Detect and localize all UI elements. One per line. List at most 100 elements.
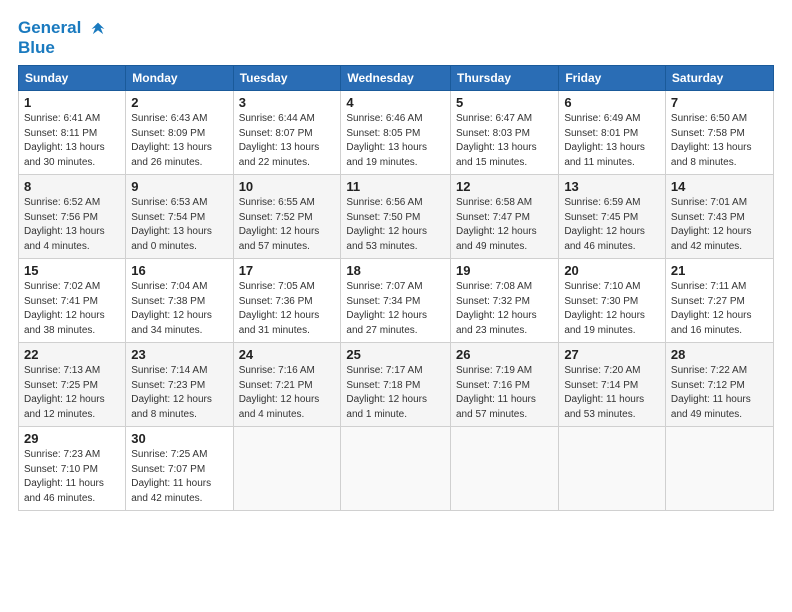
day-info: Sunrise: 6:49 AMSunset: 8:01 PMDaylight:… [564,113,645,168]
col-thursday: Thursday [450,66,558,91]
day-number: 10 [239,179,336,194]
day-number: 17 [239,263,336,278]
day-info: Sunrise: 7:10 AMSunset: 7:30 PMDaylight:… [564,281,645,336]
day-info: Sunrise: 7:14 AMSunset: 7:23 PMDaylight:… [131,365,212,420]
day-info: Sunrise: 6:59 AMSunset: 7:45 PMDaylight:… [564,197,645,252]
day-number: 1 [24,95,120,110]
day-info: Sunrise: 7:13 AMSunset: 7:25 PMDaylight:… [24,365,105,420]
page: General Blue Sunday Monday Tuesday Wedne… [0,0,792,521]
day-cell-12: 12 Sunrise: 6:58 AMSunset: 7:47 PMDayligh… [450,175,558,259]
day-number: 12 [456,179,553,194]
day-cell-13: 13 Sunrise: 6:59 AMSunset: 7:45 PMDayligh… [559,175,666,259]
day-info: Sunrise: 7:17 AMSunset: 7:18 PMDaylight:… [346,365,427,420]
day-info: Sunrise: 7:02 AMSunset: 7:41 PMDaylight:… [24,281,105,336]
day-cell-19: 19 Sunrise: 7:08 AMSunset: 7:32 PMDayligh… [450,259,558,343]
day-cell-23: 23 Sunrise: 7:14 AMSunset: 7:23 PMDayligh… [126,343,233,427]
day-number: 19 [456,263,553,278]
day-cell-17: 17 Sunrise: 7:05 AMSunset: 7:36 PMDayligh… [233,259,341,343]
calendar-table: Sunday Monday Tuesday Wednesday Thursday… [18,65,774,511]
week-row-2: 8 Sunrise: 6:52 AMSunset: 7:56 PMDaylight… [19,175,774,259]
day-cell-18: 18Sunrise: 7:07 AMSunset: 7:34 PMDayligh… [341,259,451,343]
col-monday: Monday [126,66,233,91]
day-cell-24: 24 Sunrise: 7:16 AMSunset: 7:21 PMDayligh… [233,343,341,427]
logo: General Blue [18,18,110,57]
day-number: 25 [346,347,445,362]
day-cell-10: 10 Sunrise: 6:55 AMSunset: 7:52 PMDayligh… [233,175,341,259]
week-row-1: 1 Sunrise: 6:41 AMSunset: 8:11 PMDaylight… [19,91,774,175]
logo-text: General [18,18,110,38]
day-cell-6: 6 Sunrise: 6:49 AMSunset: 8:01 PMDaylight… [559,91,666,175]
day-number: 11 [346,179,445,194]
day-number: 2 [131,95,227,110]
day-info: Sunrise: 6:56 AMSunset: 7:50 PMDaylight:… [346,197,427,252]
day-cell-1: 1 Sunrise: 6:41 AMSunset: 8:11 PMDaylight… [19,91,126,175]
day-number: 7 [671,95,768,110]
empty-cell [559,427,666,511]
day-number: 13 [564,179,660,194]
day-number: 15 [24,263,120,278]
day-info: Sunrise: 7:25 AMSunset: 7:07 PMDaylight:… [131,449,211,504]
day-number: 5 [456,95,553,110]
empty-cell [233,427,341,511]
day-number: 18 [346,263,445,278]
day-info: Sunrise: 7:01 AMSunset: 7:43 PMDaylight:… [671,197,752,252]
day-cell-27: 27 Sunrise: 7:20 AMSunset: 7:14 PMDayligh… [559,343,666,427]
day-info: Sunrise: 7:16 AMSunset: 7:21 PMDaylight:… [239,365,320,420]
day-number: 22 [24,347,120,362]
day-info: Sunrise: 6:52 AMSunset: 7:56 PMDaylight:… [24,197,105,252]
day-number: 8 [24,179,120,194]
day-cell-8: 8 Sunrise: 6:52 AMSunset: 7:56 PMDaylight… [19,175,126,259]
week-row-3: 15 Sunrise: 7:02 AMSunset: 7:41 PMDayligh… [19,259,774,343]
day-cell-16: 16Sunrise: 7:04 AMSunset: 7:38 PMDayligh… [126,259,233,343]
day-number: 23 [131,347,227,362]
day-info: Sunrise: 7:05 AMSunset: 7:36 PMDaylight:… [239,281,320,336]
day-info: Sunrise: 6:53 AMSunset: 7:54 PMDaylight:… [131,197,212,252]
col-wednesday: Wednesday [341,66,451,91]
col-sunday: Sunday [19,66,126,91]
day-number: 6 [564,95,660,110]
day-info: Sunrise: 7:11 AMSunset: 7:27 PMDaylight:… [671,281,752,336]
day-number: 30 [131,431,227,446]
day-number: 27 [564,347,660,362]
day-cell-28: 28 Sunrise: 7:22 AMSunset: 7:12 PMDayligh… [665,343,773,427]
day-info: Sunrise: 6:50 AMSunset: 7:58 PMDaylight:… [671,113,752,168]
day-cell-5: 5 Sunrise: 6:47 AMSunset: 8:03 PMDaylight… [450,91,558,175]
day-cell-26: 26Sunrise: 7:19 AMSunset: 7:16 PMDayligh… [450,343,558,427]
col-tuesday: Tuesday [233,66,341,91]
day-cell-25: 25 Sunrise: 7:17 AMSunset: 7:18 PMDayligh… [341,343,451,427]
day-cell-3: 3 Sunrise: 6:44 AMSunset: 8:07 PMDaylight… [233,91,341,175]
day-cell-7: 7 Sunrise: 6:50 AMSunset: 7:58 PMDaylight… [665,91,773,175]
day-number: 24 [239,347,336,362]
day-number: 4 [346,95,445,110]
day-info: Sunrise: 6:46 AMSunset: 8:05 PMDaylight:… [346,113,427,168]
day-cell-15: 15 Sunrise: 7:02 AMSunset: 7:41 PMDayligh… [19,259,126,343]
day-info: Sunrise: 7:22 AMSunset: 7:12 PMDaylight:… [671,365,751,420]
week-row-4: 22 Sunrise: 7:13 AMSunset: 7:25 PMDayligh… [19,343,774,427]
calendar-body: 1 Sunrise: 6:41 AMSunset: 8:11 PMDaylight… [19,91,774,511]
day-number: 20 [564,263,660,278]
day-number: 3 [239,95,336,110]
day-info: Sunrise: 6:47 AMSunset: 8:03 PMDaylight:… [456,113,537,168]
header-row: Sunday Monday Tuesday Wednesday Thursday… [19,66,774,91]
day-info: Sunrise: 6:44 AMSunset: 8:07 PMDaylight:… [239,113,320,168]
day-info: Sunrise: 7:23 AMSunset: 7:10 PMDaylight:… [24,449,104,504]
day-cell-2: 2Sunrise: 6:43 AMSunset: 8:09 PMDaylight… [126,91,233,175]
day-number: 16 [131,263,227,278]
day-cell-4: 4 Sunrise: 6:46 AMSunset: 8:05 PMDaylight… [341,91,451,175]
day-info: Sunrise: 6:41 AMSunset: 8:11 PMDaylight:… [24,113,105,168]
day-number: 29 [24,431,120,446]
empty-cell [341,427,451,511]
logo-bird-icon [87,20,109,38]
day-info: Sunrise: 7:20 AMSunset: 7:14 PMDaylight:… [564,365,644,420]
day-info: Sunrise: 6:58 AMSunset: 7:47 PMDaylight:… [456,197,537,252]
day-cell-14: 14Sunrise: 7:01 AMSunset: 7:43 PMDayligh… [665,175,773,259]
day-number: 9 [131,179,227,194]
day-info: Sunrise: 7:08 AMSunset: 7:32 PMDaylight:… [456,281,537,336]
day-number: 21 [671,263,768,278]
day-cell-29: 29 Sunrise: 7:23 AMSunset: 7:10 PMDayligh… [19,427,126,511]
empty-cell [665,427,773,511]
day-info: Sunrise: 6:55 AMSunset: 7:52 PMDaylight:… [239,197,320,252]
day-cell-20: 20 Sunrise: 7:10 AMSunset: 7:30 PMDayligh… [559,259,666,343]
day-cell-21: 21 Sunrise: 7:11 AMSunset: 7:27 PMDayligh… [665,259,773,343]
day-number: 28 [671,347,768,362]
